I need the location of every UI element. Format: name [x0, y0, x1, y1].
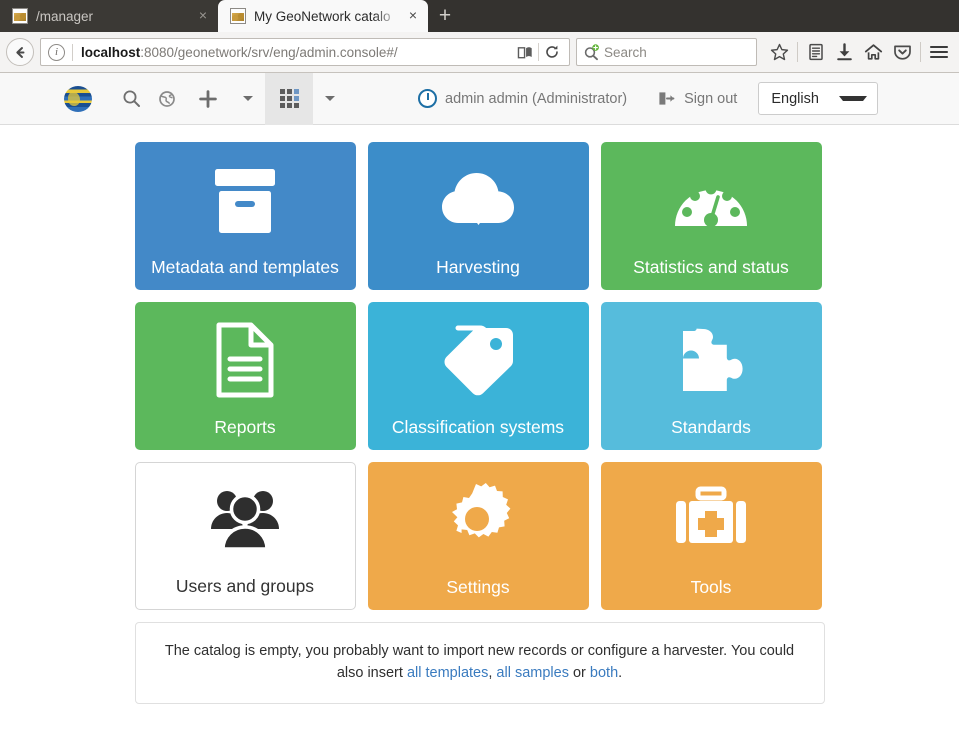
url-path: :8080/geonetwork/srv/eng/admin.console#/ — [140, 45, 397, 60]
tile-users-and-groups[interactable]: Users and groups — [135, 462, 356, 610]
navigation-toolbar: i localhost:8080/geonetwork/srv/eng/admi… — [0, 32, 959, 73]
notice-separator: or — [569, 665, 590, 681]
search-input[interactable]: Search — [604, 45, 647, 60]
pocket-icon[interactable] — [888, 37, 917, 67]
tile-label: Reports — [214, 417, 275, 437]
notice-text-end: . — [618, 665, 622, 681]
chevron-down-icon — [243, 96, 253, 101]
new-tab-button[interactable]: + — [428, 0, 462, 32]
archive-box-icon — [135, 142, 356, 257]
tile-label: Statistics and status — [633, 257, 789, 277]
search-bar[interactable]: Search — [576, 38, 757, 66]
plus-icon — [198, 89, 218, 109]
gear-icon — [368, 462, 589, 577]
browser-chrome: /manager × My GeoNetwork catalo × + i lo… — [0, 0, 959, 73]
admin-console-content: Metadata and templates Harvesting — [0, 142, 959, 704]
back-arrow-icon — [13, 45, 28, 60]
browser-tab-geonetwork[interactable]: My GeoNetwork catalo × — [218, 0, 428, 32]
reload-icon[interactable] — [539, 39, 565, 65]
user-menu[interactable]: admin admin (Administrator) — [418, 89, 627, 108]
link-all-samples[interactable]: all samples — [496, 665, 569, 681]
link-both[interactable]: both — [590, 665, 618, 681]
url-text: localhost:8080/geonetwork/srv/eng/admin.… — [81, 45, 512, 60]
tile-label: Settings — [446, 577, 509, 597]
map-globe-icon — [158, 90, 176, 108]
browser-tab-manager[interactable]: /manager × — [0, 0, 218, 32]
admin-tile-grid: Metadata and templates Harvesting — [135, 142, 825, 610]
link-all-templates[interactable]: all templates — [407, 665, 488, 681]
close-icon[interactable]: × — [196, 9, 210, 23]
tile-tools[interactable]: Tools — [601, 462, 822, 610]
close-icon[interactable]: × — [406, 9, 420, 23]
header-add-dropdown[interactable] — [231, 73, 265, 125]
chevron-down-icon — [839, 96, 867, 101]
tile-standards[interactable]: Standards — [601, 302, 822, 450]
search-icon — [583, 44, 601, 61]
address-bar[interactable]: i localhost:8080/geonetwork/srv/eng/admi… — [40, 38, 570, 66]
grid-apps-icon — [280, 89, 299, 108]
tab-strip: /manager × My GeoNetwork catalo × + — [0, 0, 959, 32]
toolbar-divider — [797, 42, 798, 62]
page-favicon — [12, 8, 28, 24]
tab-title: /manager — [36, 9, 190, 24]
hamburger-menu-icon[interactable] — [924, 37, 953, 67]
geonetwork-header: admin admin (Administrator) Sign out Eng… — [0, 73, 959, 125]
tile-label: Users and groups — [176, 576, 314, 596]
tab-title: My GeoNetwork catalo — [254, 9, 400, 24]
header-map-button[interactable] — [149, 73, 185, 125]
tile-reports[interactable]: Reports — [135, 302, 356, 450]
cloud-download-icon — [368, 142, 589, 257]
page-favicon — [230, 8, 246, 24]
tile-classification-systems[interactable]: Classification systems — [368, 302, 589, 450]
language-value: English — [771, 91, 839, 107]
globe-icon — [64, 86, 92, 112]
puzzle-piece-icon — [601, 302, 822, 417]
tags-icon — [368, 302, 589, 417]
users-group-icon — [136, 463, 355, 576]
back-button[interactable] — [6, 38, 34, 66]
tile-label: Metadata and templates — [151, 257, 339, 277]
downloads-icon[interactable] — [830, 37, 859, 67]
medkit-icon — [601, 462, 822, 577]
tile-statistics-and-status[interactable]: Statistics and status — [601, 142, 822, 290]
url-host: localhost — [81, 45, 140, 60]
tile-harvesting[interactable]: Harvesting — [368, 142, 589, 290]
empty-catalog-notice: The catalog is empty, you probably want … — [135, 622, 825, 704]
sign-out-button[interactable]: Sign out — [658, 91, 737, 107]
language-select[interactable]: English — [758, 82, 878, 115]
tile-label: Tools — [691, 577, 732, 597]
sign-out-label: Sign out — [684, 91, 737, 107]
sign-out-icon — [658, 91, 675, 106]
tile-label: Classification systems — [392, 417, 564, 437]
site-info-icon[interactable]: i — [48, 44, 65, 61]
geonetwork-logo[interactable] — [63, 84, 93, 114]
power-user-icon — [418, 89, 437, 108]
url-divider — [72, 44, 73, 61]
library-icon[interactable] — [801, 37, 830, 67]
header-admin-console-button[interactable] — [265, 73, 313, 125]
home-icon[interactable] — [859, 37, 888, 67]
tile-settings[interactable]: Settings — [368, 462, 589, 610]
toolbar-divider — [920, 42, 921, 62]
header-search-button[interactable] — [113, 73, 149, 125]
header-add-button[interactable] — [185, 73, 231, 125]
header-admin-dropdown[interactable] — [313, 73, 347, 125]
search-icon — [122, 89, 141, 108]
document-lines-icon — [135, 302, 356, 417]
tile-label: Standards — [671, 417, 751, 437]
dashboard-gauge-icon — [601, 142, 822, 257]
tile-metadata-and-templates[interactable]: Metadata and templates — [135, 142, 356, 290]
chevron-down-icon — [325, 96, 335, 101]
user-name-label: admin admin (Administrator) — [445, 91, 627, 107]
bookmark-star-icon[interactable] — [765, 37, 794, 67]
tile-label: Harvesting — [436, 257, 520, 277]
reader-view-icon[interactable] — [512, 39, 538, 65]
